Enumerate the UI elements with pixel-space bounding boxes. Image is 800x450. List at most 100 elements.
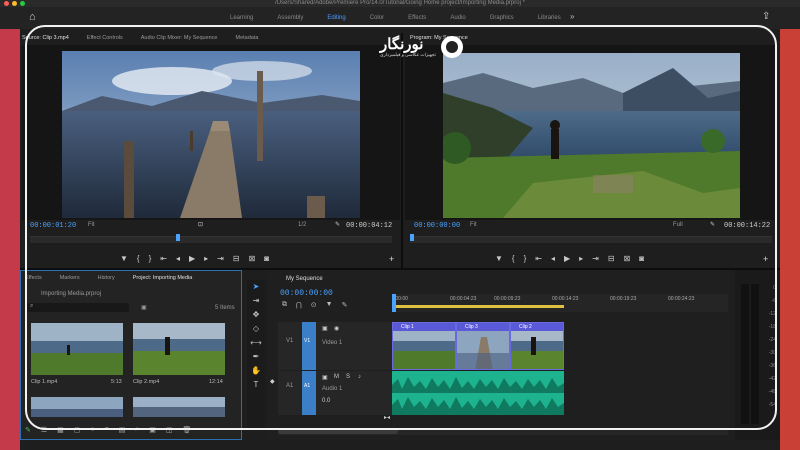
workspace-tab[interactable]: Effects	[408, 15, 426, 21]
v1-source-patch[interactable]: V1	[286, 338, 293, 344]
play-icon[interactable]: ▶	[189, 254, 195, 263]
pencil-icon[interactable]: ✎	[25, 426, 31, 438]
source-add-button[interactable]: +	[389, 254, 394, 264]
workspace-tab[interactable]: Libraries	[538, 15, 561, 21]
workspace-tab[interactable]: Audio	[450, 15, 465, 21]
step-back-icon[interactable]: ◂	[551, 254, 555, 263]
lift-icon[interactable]: ⊟	[608, 254, 615, 263]
clip-4-thumbnail[interactable]	[133, 397, 225, 417]
razor-icon[interactable]: ◇	[247, 322, 265, 336]
type-tool-icon[interactable]: T	[247, 378, 265, 392]
project-search-input[interactable]: ⌕	[27, 303, 129, 312]
timeline-scroll-thumb[interactable]	[278, 429, 398, 434]
nest-icon[interactable]: ⧉	[282, 301, 287, 309]
new-item-icon[interactable]: ◫	[166, 426, 173, 438]
microphone-icon[interactable]: ♪	[358, 374, 361, 380]
window-controls[interactable]	[4, 1, 25, 6]
program-wrench-icon[interactable]: ✎	[710, 221, 715, 228]
extract-icon[interactable]: ⊠	[624, 254, 631, 263]
insert-icon[interactable]: ⊡	[198, 221, 203, 228]
v1-target-toggle[interactable]: V1	[302, 322, 316, 370]
settings-wrench-icon[interactable]: ✎	[342, 301, 348, 309]
a1-sync-lock-icon[interactable]: ▣	[322, 374, 328, 381]
solo-icon[interactable]: S	[346, 374, 350, 380]
mark-out-icon[interactable]: }	[524, 254, 527, 263]
timeline-clip-1[interactable]: Clip 1	[392, 322, 456, 370]
program-monitor[interactable]	[405, 45, 775, 220]
tab-metadata[interactable]: Metadata	[236, 35, 259, 41]
source-fit-select[interactable]: Fit	[88, 222, 95, 228]
a1-volume-icon[interactable]: ◆	[270, 378, 275, 385]
a1-source-patch[interactable]: A1	[286, 383, 293, 389]
workspace-tab-active[interactable]: Editing	[327, 15, 345, 21]
tab-project[interactable]: Project: Importing Media	[133, 275, 193, 281]
mark-out-icon[interactable]: }	[149, 254, 152, 263]
freeform-view-icon[interactable]: ▢	[74, 426, 81, 438]
program-playhead[interactable]	[410, 234, 414, 241]
timeline-scrollbar[interactable]	[278, 428, 728, 435]
new-bin-icon[interactable]: ▣	[149, 426, 156, 438]
icon-view-icon[interactable]: ▦	[57, 426, 64, 438]
timeline-clip-3[interactable]: Clip 3	[456, 322, 510, 370]
source-resolution-select[interactable]: 1/2	[298, 222, 306, 228]
track-select-icon[interactable]: ⇥	[247, 294, 265, 308]
source-playhead[interactable]	[176, 234, 180, 241]
timeline-audio-clip[interactable]	[392, 371, 564, 415]
snap-icon[interactable]: ⋂	[296, 301, 302, 309]
mark-in-icon[interactable]: {	[512, 254, 515, 263]
a1-target-toggle[interactable]: A1	[302, 371, 316, 415]
more-workspaces-icon[interactable]: »	[570, 12, 574, 21]
tab-markers[interactable]: Markers	[60, 275, 80, 281]
clip-3-thumbnail[interactable]	[31, 397, 123, 417]
add-marker-icon[interactable]: ▼	[495, 254, 503, 263]
mark-in-icon[interactable]: {	[137, 254, 140, 263]
add-marker-icon[interactable]: ▼	[326, 301, 333, 309]
go-to-in-icon[interactable]: ⇤	[535, 254, 542, 263]
tab-effect-controls[interactable]: Effect Controls	[87, 35, 123, 41]
toggle-sync-lock-icon[interactable]: ▣	[322, 325, 328, 332]
source-scrubber[interactable]	[30, 234, 392, 243]
workspace-tab[interactable]: Learning	[230, 15, 253, 21]
workspace-tab[interactable]: Graphics	[490, 15, 514, 21]
linked-selection-icon[interactable]: ⊙	[311, 301, 317, 309]
sort-icon[interactable]: ≡	[105, 426, 109, 438]
find-icon[interactable]: ⌕	[135, 426, 139, 438]
tab-audio-clip-mixer[interactable]: Audio Clip Mixer: My Sequence	[141, 35, 218, 41]
new-bin-icon[interactable]: ▣	[141, 304, 147, 311]
program-fit-select[interactable]: Fit	[470, 222, 477, 228]
program-add-button[interactable]: +	[763, 254, 768, 264]
sequence-timecode[interactable]: 00:00:00:00	[280, 289, 333, 298]
step-forward-icon[interactable]: ▸	[579, 254, 583, 263]
clip-2-thumbnail[interactable]	[133, 323, 225, 375]
automate-icon[interactable]: ▤	[119, 426, 126, 438]
source-monitor[interactable]	[22, 45, 400, 220]
mute-icon[interactable]: M	[334, 374, 339, 380]
a1-volume-readout[interactable]: 0.0	[322, 398, 330, 404]
tab-effects[interactable]: Effects	[25, 275, 42, 281]
timeline-clip-2[interactable]: Clip 2	[510, 322, 564, 370]
go-to-out-icon[interactable]: ⇥	[217, 254, 224, 263]
pen-tool-icon[interactable]: ✒	[247, 350, 265, 364]
workspace-tab[interactable]: Assembly	[277, 15, 303, 21]
program-scrubber[interactable]	[410, 234, 772, 243]
ripple-edit-icon[interactable]: ✥	[247, 308, 265, 322]
tab-history[interactable]: History	[98, 275, 115, 281]
play-icon[interactable]: ▶	[564, 254, 570, 263]
program-timecode[interactable]: 00:00:00:00	[414, 222, 460, 230]
add-marker-icon[interactable]: ▼	[120, 254, 128, 263]
source-timecode[interactable]: 00:00:01:20	[30, 222, 76, 230]
wrench-icon[interactable]: ✎	[335, 221, 340, 228]
tab-source[interactable]: Source: Clip 3.mp4	[22, 35, 69, 41]
timeline-playhead[interactable]	[392, 294, 396, 312]
list-view-icon[interactable]: ☰	[41, 426, 47, 438]
timeline-ruler[interactable]: :00:00 00:00:04:23 00:00:09:23 00:00:14:…	[392, 294, 728, 312]
zoom-slider-icon[interactable]: ○	[90, 426, 94, 438]
share-icon[interactable]: ⇪	[762, 11, 770, 22]
step-forward-icon[interactable]: ▸	[204, 254, 208, 263]
export-frame-icon[interactable]: ◙	[639, 254, 644, 263]
slip-tool-icon[interactable]: ⟷	[247, 336, 265, 350]
eye-icon[interactable]: ◉	[334, 325, 339, 332]
program-quality-select[interactable]: Full	[673, 222, 683, 228]
export-frame-icon[interactable]: ◙	[264, 254, 269, 263]
selection-tool-icon[interactable]: ➤	[247, 280, 265, 294]
